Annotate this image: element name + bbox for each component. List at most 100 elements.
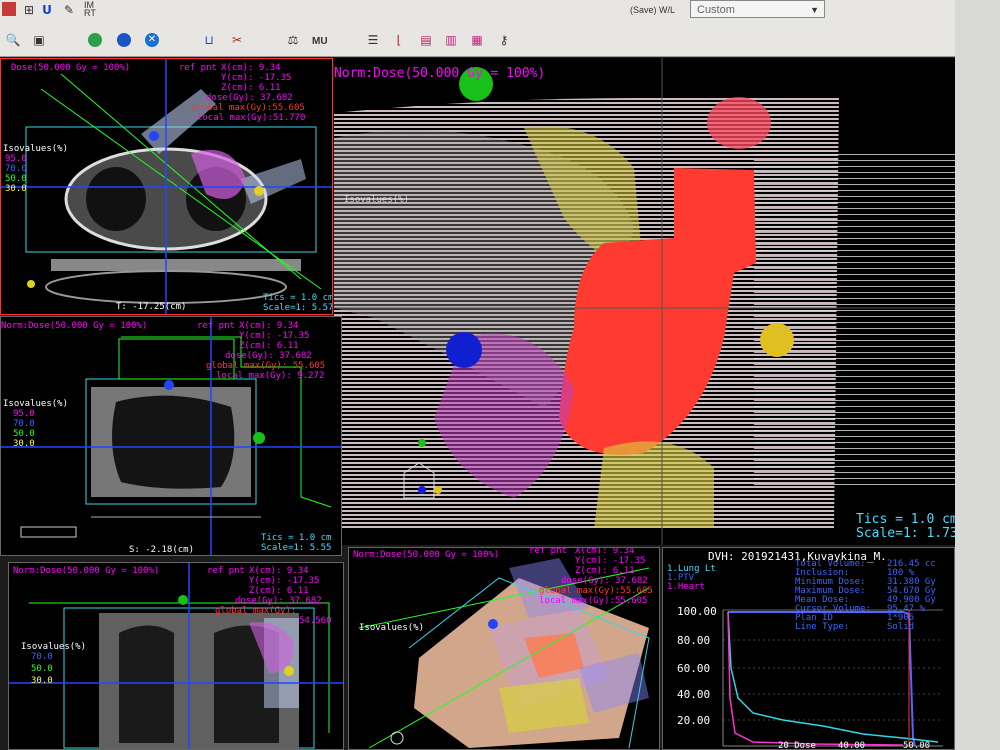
- beam-dose: dose(Gy): 37.682: [561, 576, 648, 586]
- axial-x: X(cm): 9.34: [221, 63, 281, 73]
- main-isovalues: Isovalues(%): [344, 195, 410, 205]
- coronal-norm: Norm:Dose(50.000 Gy = 100%): [13, 566, 160, 576]
- dvh-value-line-type: Solid: [887, 622, 915, 632]
- dose-icon-2[interactable]: ▥: [442, 32, 460, 48]
- beam-norm: Norm:Dose(50.000 Gy = 100%): [353, 550, 500, 560]
- axial-iso-70: 70.0: [5, 164, 27, 174]
- axial-y: Y(cm): -17.35: [221, 73, 292, 83]
- dvh-ytick-40: 40.00: [677, 688, 711, 701]
- main-norm: Norm:Dose(50.000 Gy = 100%): [334, 66, 546, 81]
- grid-icon[interactable]: ⊞: [20, 2, 38, 18]
- coronal-local-max: 54.560: [299, 616, 332, 626]
- axial-global-max: global max(Gy):55.605: [191, 103, 305, 113]
- coronal-iso-30: 30.0: [31, 676, 53, 686]
- dvh-ytick-80: 80.00: [677, 634, 711, 647]
- dvh-xtick-40: 40.00: [838, 741, 866, 750]
- beam-local-max: local max(Gy):55.605: [539, 596, 648, 606]
- dvh-xlabel: 20 Dose: [778, 741, 816, 750]
- dose-icon-3[interactable]: ▦: [468, 32, 486, 48]
- dvh-stat-values: 216.45 cc 100 % 31.380 Gy 54.670 Gy 49.9…: [887, 560, 957, 632]
- coronal-view[interactable]: Norm:Dose(50.000 Gy = 100%) ref pnt X(cm…: [8, 562, 344, 750]
- axial-dose: dose(Gy): 37.682: [206, 93, 293, 103]
- beam-ref-pnt: ref pnt: [529, 547, 567, 556]
- sagittal-z: Z(cm): 6.11: [239, 341, 299, 351]
- coronal-x: X(cm): 9.34: [249, 566, 309, 576]
- sagittal-iso-95: 95.0: [13, 409, 35, 419]
- sagittal-view[interactable]: Norm:Dose(50.000 Gy = 100%) ref pnt X(cm…: [0, 316, 342, 556]
- coronal-iso-70: 70.0: [31, 652, 53, 662]
- save-icon[interactable]: ▣: [30, 32, 48, 48]
- main-image: [334, 58, 955, 545]
- monitor-bezel: [955, 0, 1000, 750]
- main-view[interactable]: Norm:Dose(50.000 Gy = 100%) Isovalues(%)…: [334, 58, 955, 545]
- coronal-z: Z(cm): 6.11: [249, 586, 309, 596]
- axial-slice: T: -17.25(cm): [116, 302, 187, 312]
- coronal-dose: dose(Gy): 37.682: [235, 596, 322, 606]
- beam-y: Y(cm): -17.35: [575, 556, 646, 566]
- coronal-iso-50: 50.0: [31, 664, 53, 674]
- axial-local-max: local max(Gy):51.770: [197, 113, 306, 123]
- dvh-icon[interactable]: ⌊: [390, 32, 408, 48]
- dvh-ytick-60: 60.00: [677, 662, 711, 675]
- beam-z: Z(cm): 6.11: [575, 566, 635, 576]
- sagittal-slice: S: -2.18(cm): [129, 545, 195, 555]
- beam-global-max: global max(Gy):55.605: [539, 586, 653, 596]
- main-tics: Tics = 1.0 cm: [856, 512, 955, 527]
- sagittal-iso-50: 50.0: [13, 429, 35, 439]
- wl-label: (Save) W/L: [630, 5, 676, 15]
- toolbar: ⊞ U ✎ IM RT (Save) W/L Custom ▼ 🔍 ▣ ✕ ⊔ …: [0, 0, 960, 57]
- axial-iso-30: 30.0: [5, 184, 27, 194]
- globe-green-icon[interactable]: [88, 33, 102, 47]
- dose-icon[interactable]: ▤: [417, 32, 435, 48]
- doc-icon[interactable]: ☰: [364, 32, 382, 48]
- mu-button[interactable]: MU: [312, 36, 328, 47]
- dvh-ytick-100: 100.00: [677, 605, 717, 618]
- dvh-legend-heart: 1.Heart: [667, 582, 705, 592]
- axial-norm: Dose(50.000 Gy = 100%): [11, 63, 131, 73]
- axial-ref-pnt: ref pnt: [179, 63, 217, 73]
- coronal-isovalues: Isovalues(%): [21, 642, 87, 652]
- dvh-ytick-20: 20.00: [677, 714, 711, 727]
- sagittal-scale: Scale=1: 5.55: [261, 543, 332, 553]
- wl-select-value: Custom: [697, 4, 735, 16]
- sagittal-global-max: global max(Gy): 55.605: [206, 361, 326, 371]
- beam-3d-view[interactable]: Norm:Dose(50.000 Gy = 100%) ref pnt X(cm…: [348, 547, 660, 750]
- dvh-stat-labels: Total Volume: Inclusion: Minimum Dose: M…: [795, 560, 875, 632]
- sagittal-ref-pnt: ref pnt: [197, 321, 235, 331]
- sagittal-tics: Tics = 1.0 cm: [261, 533, 332, 543]
- coronal-y: Y(cm): -17.35: [249, 576, 320, 586]
- wrench-icon[interactable]: ✎: [60, 2, 78, 18]
- sagittal-iso-70: 70.0: [13, 419, 35, 429]
- dvh-label-line-type: Line Type:: [795, 622, 850, 632]
- sagittal-norm: Norm:Dose(50.000 Gy = 100%): [1, 321, 148, 331]
- sagittal-iso-30: 30.0: [13, 439, 35, 449]
- sagittal-y: Y(cm): -17.35: [239, 331, 310, 341]
- sagittal-isovalues: Isovalues(%): [3, 399, 69, 409]
- globe-blue-icon[interactable]: [117, 33, 131, 47]
- axial-isovalues: Isovalues(%): [3, 144, 69, 154]
- main-scale: Scale=1: 1.73: [856, 526, 955, 541]
- chevron-down-icon: ▼: [810, 5, 819, 15]
- scale-icon[interactable]: ⚖: [284, 32, 302, 48]
- wl-select[interactable]: Custom ▼: [690, 0, 825, 18]
- imrt-button[interactable]: IM RT: [84, 1, 98, 18]
- axial-view[interactable]: Dose(50.000 Gy = 100%) ref pnt X(cm): 9.…: [0, 58, 333, 315]
- axial-iso-95: 95.0: [5, 154, 27, 164]
- coronal-global-max: global max(Gy):: [215, 606, 297, 616]
- axial-tics: Tics = 1.0 cm: [263, 293, 333, 303]
- sagittal-local-max: local max(Gy): 9.272: [216, 371, 325, 381]
- coronal-ref-pnt: ref pnt: [207, 566, 245, 576]
- dvh-xtick-50: 50.00: [903, 741, 931, 750]
- magnet-icon[interactable]: U: [38, 2, 56, 18]
- axial-z: Z(cm): 6.11: [221, 83, 281, 93]
- sagittal-dose: dose(Gy): 37.682: [225, 351, 312, 361]
- beam-icon[interactable]: ✂: [228, 32, 246, 48]
- beam-x: X(cm): 9.34: [575, 547, 635, 556]
- axial-iso-50: 50.0: [5, 174, 27, 184]
- beam-isovalues: Isovalues(%): [359, 623, 425, 633]
- zoom-icon[interactable]: 🔍: [4, 32, 22, 48]
- globe-cross-icon[interactable]: ✕: [145, 33, 159, 47]
- image-icon[interactable]: [2, 2, 16, 16]
- beam-u-icon[interactable]: ⊔: [200, 32, 218, 48]
- lock-icon[interactable]: ⚷: [495, 32, 513, 48]
